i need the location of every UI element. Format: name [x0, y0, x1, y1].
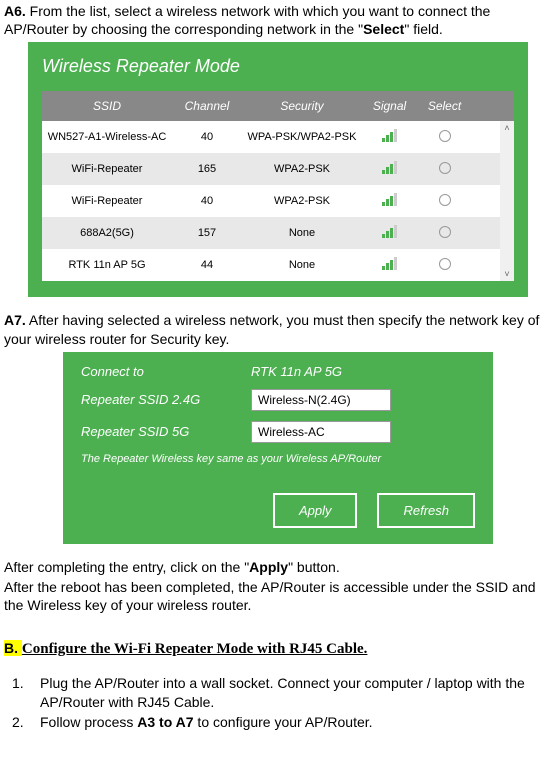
select-radio[interactable]	[439, 226, 451, 238]
cell-ssid: 688A2(5G)	[42, 219, 172, 247]
table-row: WiFi-Repeater 40 WPA2-PSK	[42, 185, 514, 217]
cell-select	[417, 186, 472, 217]
cell-signal	[362, 122, 417, 153]
cell-channel: 165	[172, 155, 242, 183]
cell-ssid: WiFi-Repeater	[42, 155, 172, 183]
select-radio[interactable]	[439, 194, 451, 206]
cell-ssid: RTK 11n AP 5G	[42, 251, 172, 279]
cell-ssid: WiFi-Repeater	[42, 187, 172, 215]
table-row: WiFi-Repeater 165 WPA2-PSK	[42, 153, 514, 185]
section-b-prefix: B.	[4, 640, 22, 656]
table-row: WN527-A1-Wireless-AC 40 WPA-PSK/WPA2-PSK	[42, 121, 514, 153]
connect-to-label: Connect to	[81, 364, 251, 379]
cell-signal	[362, 154, 417, 185]
cell-security: WPA2-PSK	[242, 187, 362, 215]
ssid-24g-input[interactable]: Wireless-N(2.4G)	[251, 389, 391, 411]
network-table: SSID Channel Security Signal Select WN52…	[42, 91, 514, 281]
wireless-repeater-mode-panel: Wireless Repeater Mode SSID Channel Secu…	[28, 42, 528, 297]
after-apply-text: After completing the entry, click on the…	[4, 558, 552, 576]
cell-channel: 157	[172, 219, 242, 247]
connect-to-value: RTK 11n AP 5G	[251, 364, 475, 379]
cell-signal	[362, 250, 417, 281]
header-security: Security	[242, 91, 362, 121]
ssid-5g-input[interactable]: Wireless-AC	[251, 421, 391, 443]
connect-to-row: Connect to RTK 11n AP 5G	[81, 364, 475, 379]
scrollbar[interactable]: ˄ ˅	[500, 121, 514, 281]
header-channel: Channel	[172, 91, 242, 121]
select-radio[interactable]	[439, 162, 451, 174]
after-reboot-text: After the reboot has been completed, the…	[4, 578, 552, 614]
cell-channel: 40	[172, 123, 242, 151]
wireless-key-note: The Repeater Wireless key same as your W…	[81, 453, 475, 465]
select-radio[interactable]	[439, 130, 451, 142]
table-body: WN527-A1-Wireless-AC 40 WPA-PSK/WPA2-PSK…	[42, 121, 514, 281]
signal-icon	[382, 226, 397, 238]
select-radio[interactable]	[439, 258, 451, 270]
list-item-2: 2.Follow process A3 to A7 to configure y…	[4, 713, 552, 731]
cell-select	[417, 218, 472, 249]
signal-icon	[382, 194, 397, 206]
refresh-button[interactable]: Refresh	[377, 493, 475, 528]
step-a6-prefix: A6.	[4, 3, 26, 19]
signal-icon	[382, 258, 397, 270]
cell-channel: 40	[172, 187, 242, 215]
section-b-heading: B. Configure the Wi-Fi Repeater Mode wit…	[4, 640, 552, 658]
header-select: Select	[417, 91, 472, 121]
step-a7-prefix: A7.	[4, 312, 26, 328]
section-b-title: Configure the Wi-Fi Repeater Mode with R…	[22, 641, 368, 657]
table-row: RTK 11n AP 5G 44 None	[42, 249, 514, 281]
cell-select	[417, 154, 472, 185]
cell-security: None	[242, 219, 362, 247]
table-row: 688A2(5G) 157 None	[42, 217, 514, 249]
cell-security: WPA2-PSK	[242, 155, 362, 183]
cell-signal	[362, 218, 417, 249]
header-ssid: SSID	[42, 91, 172, 121]
ssid-5g-label: Repeater SSID 5G	[81, 424, 251, 439]
list-item-1: 1.Plug the AP/Router into a wall socket.…	[4, 674, 552, 710]
ssid-24g-label: Repeater SSID 2.4G	[81, 392, 251, 407]
ssid-5g-row: Repeater SSID 5G Wireless-AC	[81, 421, 475, 443]
header-signal: Signal	[362, 91, 417, 121]
signal-icon	[382, 130, 397, 142]
cell-select	[417, 250, 472, 281]
cell-channel: 44	[172, 251, 242, 279]
cell-security: WPA-PSK/WPA2-PSK	[242, 123, 362, 151]
signal-icon	[382, 162, 397, 174]
cell-signal	[362, 186, 417, 217]
table-header-row: SSID Channel Security Signal Select	[42, 91, 514, 121]
scroll-down-icon[interactable]: ˅	[500, 267, 514, 281]
connect-to-panel: Connect to RTK 11n AP 5G Repeater SSID 2…	[63, 352, 493, 544]
button-row: Apply Refresh	[81, 493, 475, 528]
step-a7-text: A7. After having selected a wireless net…	[4, 311, 552, 347]
cell-ssid: WN527-A1-Wireless-AC	[42, 123, 172, 151]
apply-button[interactable]: Apply	[273, 493, 358, 528]
cell-select	[417, 122, 472, 153]
cell-security: None	[242, 251, 362, 279]
ssid-24g-row: Repeater SSID 2.4G Wireless-N(2.4G)	[81, 389, 475, 411]
scroll-up-icon[interactable]: ˄	[500, 121, 514, 135]
step-a6-text: A6. From the list, select a wireless net…	[4, 2, 552, 38]
panel-title: Wireless Repeater Mode	[28, 52, 528, 91]
